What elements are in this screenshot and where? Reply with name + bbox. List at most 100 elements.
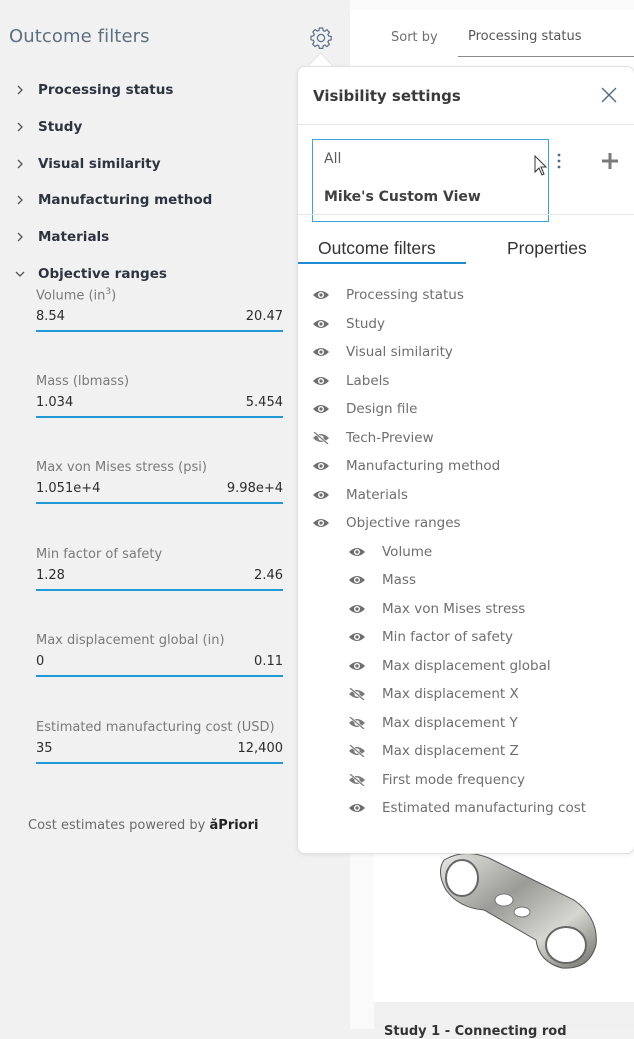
- range-slider[interactable]: [36, 330, 283, 333]
- objective-ranges: Volume (in3) 8.54 20.47 Mass (lbmass) 1.0…: [36, 287, 283, 806]
- range-min: 1.28: [36, 567, 65, 583]
- eye-icon[interactable]: [348, 660, 366, 672]
- range-slider[interactable]: [36, 675, 283, 677]
- range-max: 2.46: [254, 567, 283, 583]
- filter-list: Processing status Study Visual similarit…: [14, 72, 304, 292]
- result-card[interactable]: [374, 840, 634, 1002]
- visibility-item[interactable]: Labels: [312, 367, 622, 396]
- popover-title: Visibility settings: [313, 87, 461, 105]
- filter-materials[interactable]: Materials: [14, 219, 304, 256]
- view-option-custom[interactable]: Mike's Custom View: [324, 189, 481, 205]
- visibility-item-label: Design file: [346, 401, 418, 418]
- range-label: Volume (in3): [36, 287, 117, 304]
- visibility-item-label: Mass: [382, 572, 416, 589]
- eye-icon[interactable]: [312, 460, 330, 472]
- apriori-logo: ăPriori: [209, 818, 259, 833]
- visibility-item[interactable]: Max displacement X: [312, 680, 622, 709]
- eye-icon[interactable]: [348, 574, 366, 586]
- visibility-item[interactable]: Estimated manufacturing cost: [312, 794, 622, 823]
- range-max: 9.98e+4: [226, 481, 283, 496]
- divider: [298, 124, 634, 125]
- range-min-factor-of-safety: Min factor of safety 1.28 2.46: [36, 547, 283, 634]
- gear-icon[interactable]: [309, 26, 333, 50]
- filter-processing-status[interactable]: Processing status: [14, 72, 304, 109]
- range-slider[interactable]: [36, 761, 283, 764]
- eye-icon[interactable]: [312, 289, 330, 301]
- range-max-von-mises-stress: Max von Mises stress (psi) 1.051e+4 9.98e…: [36, 460, 283, 547]
- tab-properties[interactable]: Properties: [507, 238, 587, 259]
- eye-off-icon[interactable]: [348, 773, 366, 786]
- visibility-item[interactable]: Volume: [312, 538, 622, 567]
- visibility-item[interactable]: Visual similarity: [312, 338, 622, 367]
- visibility-item-label: Manufacturing method: [346, 458, 501, 475]
- visibility-settings-popover: Visibility settings All Mike's Custom Vi…: [297, 66, 634, 854]
- visibility-item-label: Estimated manufacturing cost: [382, 800, 587, 817]
- eye-icon[interactable]: [312, 517, 330, 529]
- eye-off-icon[interactable]: [312, 431, 330, 444]
- range-min: 35: [36, 740, 53, 756]
- range-slider[interactable]: [36, 502, 283, 504]
- range-min: 0: [36, 654, 45, 669]
- visibility-item[interactable]: Max von Mises stress: [312, 595, 622, 624]
- visibility-item[interactable]: Max displacement Y: [312, 709, 622, 738]
- filter-label: Visual similarity: [38, 155, 161, 172]
- tab-outcome-filters[interactable]: Outcome filters: [318, 238, 436, 259]
- filter-label: Manufacturing method: [38, 192, 213, 209]
- visibility-item-label: Labels: [346, 372, 390, 389]
- visibility-item[interactable]: Materials: [312, 481, 622, 510]
- visibility-item[interactable]: Max displacement Z: [312, 737, 622, 766]
- range-label: Mass (lbmass): [36, 373, 130, 389]
- add-view-icon[interactable]: [600, 151, 620, 171]
- sort-by-select[interactable]: Processing status: [458, 18, 634, 57]
- range-label: Estimated manufacturing cost (USD): [36, 719, 275, 735]
- visibility-item[interactable]: Min factor of safety: [312, 623, 622, 652]
- visibility-item[interactable]: Study: [312, 310, 622, 339]
- visibility-item-label: Volume: [382, 543, 433, 560]
- visibility-item[interactable]: Tech-Preview: [312, 424, 622, 453]
- filter-visual-similarity[interactable]: Visual similarity: [14, 145, 304, 182]
- visibility-item[interactable]: Max displacement global: [312, 652, 622, 681]
- view-dropdown[interactable]: All Mike's Custom View: [312, 139, 549, 222]
- eye-icon[interactable]: [312, 489, 330, 501]
- range-slider[interactable]: [36, 415, 283, 418]
- eye-off-icon[interactable]: [348, 716, 366, 729]
- sort-toolbar: Sort by Processing status: [350, 10, 634, 68]
- visibility-list: Processing status Study Visual similarity L…: [312, 281, 622, 823]
- filter-study[interactable]: Study: [14, 109, 304, 146]
- visibility-item-label: Objective ranges: [346, 515, 461, 532]
- visibility-item[interactable]: Manufacturing method: [312, 452, 622, 481]
- range-min: 8.54: [36, 309, 65, 325]
- eye-icon[interactable]: [312, 318, 330, 330]
- visibility-item-label: Processing status: [346, 287, 464, 304]
- visibility-item-label: Max von Mises stress: [382, 600, 526, 617]
- eye-icon[interactable]: [312, 346, 330, 358]
- range-max: 5.454: [245, 394, 283, 410]
- eye-icon[interactable]: [348, 802, 366, 814]
- range-label: Max von Mises stress (psi): [36, 460, 207, 475]
- eye-icon[interactable]: [348, 603, 366, 615]
- eye-icon[interactable]: [312, 375, 330, 387]
- range-estimated-manufacturing-cost: Estimated manufacturing cost (USD) 35 12,…: [36, 720, 283, 807]
- visibility-item[interactable]: Design file: [312, 395, 622, 424]
- chevron-right-icon: [17, 159, 23, 169]
- eye-off-icon[interactable]: [348, 688, 366, 701]
- range-slider[interactable]: [36, 588, 283, 591]
- sidebar-title: Outcome filters: [9, 26, 150, 47]
- visibility-item[interactable]: Processing status: [312, 281, 622, 310]
- visibility-item[interactable]: Objective ranges: [312, 509, 622, 538]
- eye-icon[interactable]: [348, 546, 366, 558]
- powered-by-note: Cost estimates powered by ăPriori: [28, 818, 259, 833]
- eye-icon[interactable]: [348, 631, 366, 643]
- visibility-tabs: Outcome filters Properties: [298, 235, 634, 265]
- visibility-item[interactable]: First mode frequency: [312, 766, 622, 795]
- eye-off-icon[interactable]: [348, 745, 366, 758]
- range-mass: Mass (lbmass) 1.034 5.454: [36, 374, 283, 461]
- close-icon[interactable]: [599, 85, 619, 105]
- more-options-icon[interactable]: [556, 151, 562, 171]
- divider: [298, 214, 634, 215]
- filter-manufacturing-method[interactable]: Manufacturing method: [14, 182, 304, 219]
- range-max: 0.11: [254, 654, 283, 669]
- eye-icon[interactable]: [312, 403, 330, 415]
- visibility-item[interactable]: Mass: [312, 566, 622, 595]
- view-option-all[interactable]: All: [324, 151, 341, 167]
